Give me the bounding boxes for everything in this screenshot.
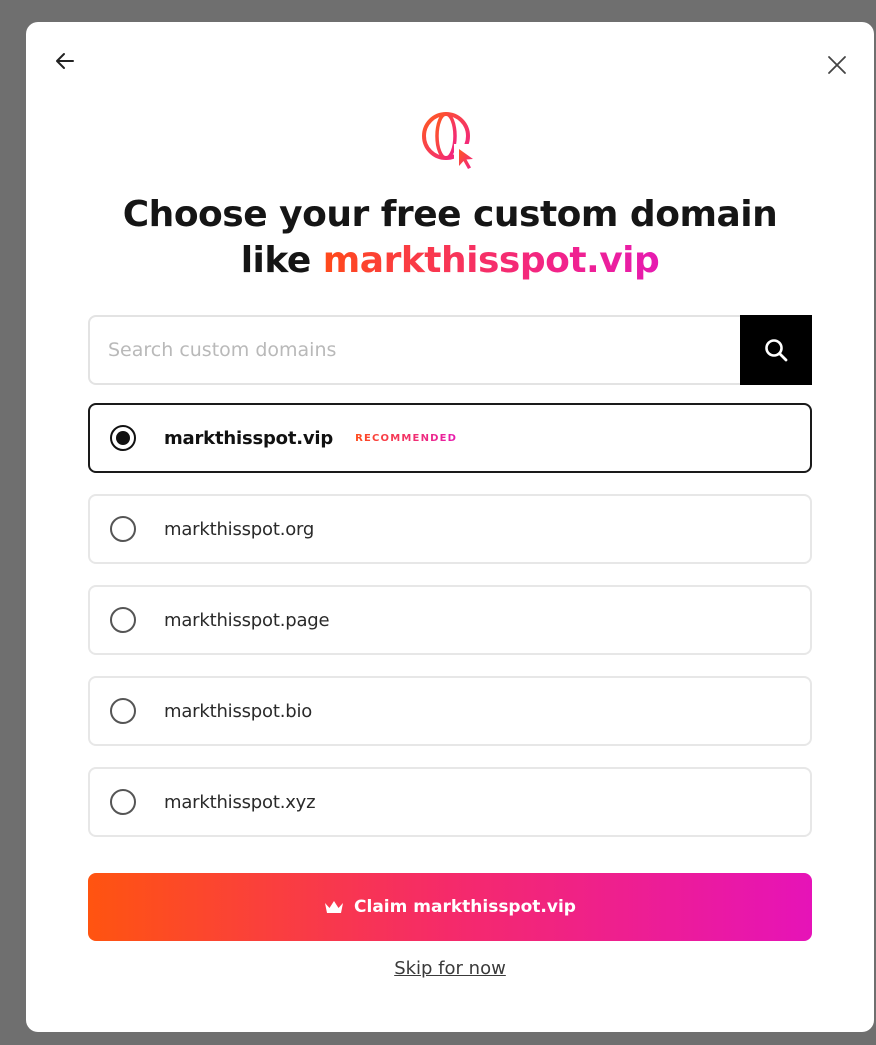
arrow-left-icon [56, 53, 74, 69]
domain-option-vip[interactable]: markthisspot.vip RECOMMENDED [88, 403, 812, 473]
radio-button-selected[interactable] [110, 425, 136, 451]
title-line-2: like markthisspot.vip [26, 238, 874, 284]
radio-button[interactable] [110, 516, 136, 542]
search-button[interactable] [740, 315, 812, 385]
domain-modal: Choose your free custom domain like mark… [26, 22, 874, 1032]
crown-icon [324, 899, 344, 915]
domain-option-label: markthisspot.vip [164, 427, 334, 449]
search-bar [88, 315, 812, 385]
page-title: Choose your free custom domain like mark… [26, 192, 874, 284]
claim-domain-button[interactable]: Claim markthisspot.vip [88, 873, 812, 941]
domain-option-label: markthisspot.bio [164, 700, 313, 722]
domain-option-org[interactable]: markthisspot.org [88, 494, 812, 564]
domain-option-label: markthisspot.xyz [164, 791, 316, 813]
domain-options-list: markthisspot.vip RECOMMENDED markthisspo… [88, 403, 812, 858]
radio-button[interactable] [110, 698, 136, 724]
search-input[interactable] [88, 315, 740, 385]
title-prefix: like [240, 240, 323, 281]
title-highlight-domain: markthisspot.vip [322, 240, 660, 281]
close-button[interactable] [822, 50, 852, 80]
skip-for-now-container: Skip for now [26, 958, 874, 979]
claim-button-label: Claim markthisspot.vip [354, 897, 576, 917]
search-icon [765, 339, 788, 362]
close-icon [828, 56, 846, 74]
skip-for-now-link[interactable]: Skip for now [394, 958, 506, 979]
back-button[interactable] [50, 46, 80, 76]
radio-dot [116, 431, 130, 445]
domain-option-page[interactable]: markthisspot.page [88, 585, 812, 655]
domain-option-bio[interactable]: markthisspot.bio [88, 676, 812, 746]
domain-option-label: markthisspot.org [164, 518, 315, 540]
globe-cursor-icon [418, 108, 482, 172]
recommended-badge: RECOMMENDED [355, 432, 458, 444]
domain-option-label: markthisspot.page [164, 609, 330, 631]
radio-button[interactable] [110, 789, 136, 815]
domain-option-xyz[interactable]: markthisspot.xyz [88, 767, 812, 837]
title-line-1: Choose your free custom domain [122, 194, 778, 235]
radio-button[interactable] [110, 607, 136, 633]
